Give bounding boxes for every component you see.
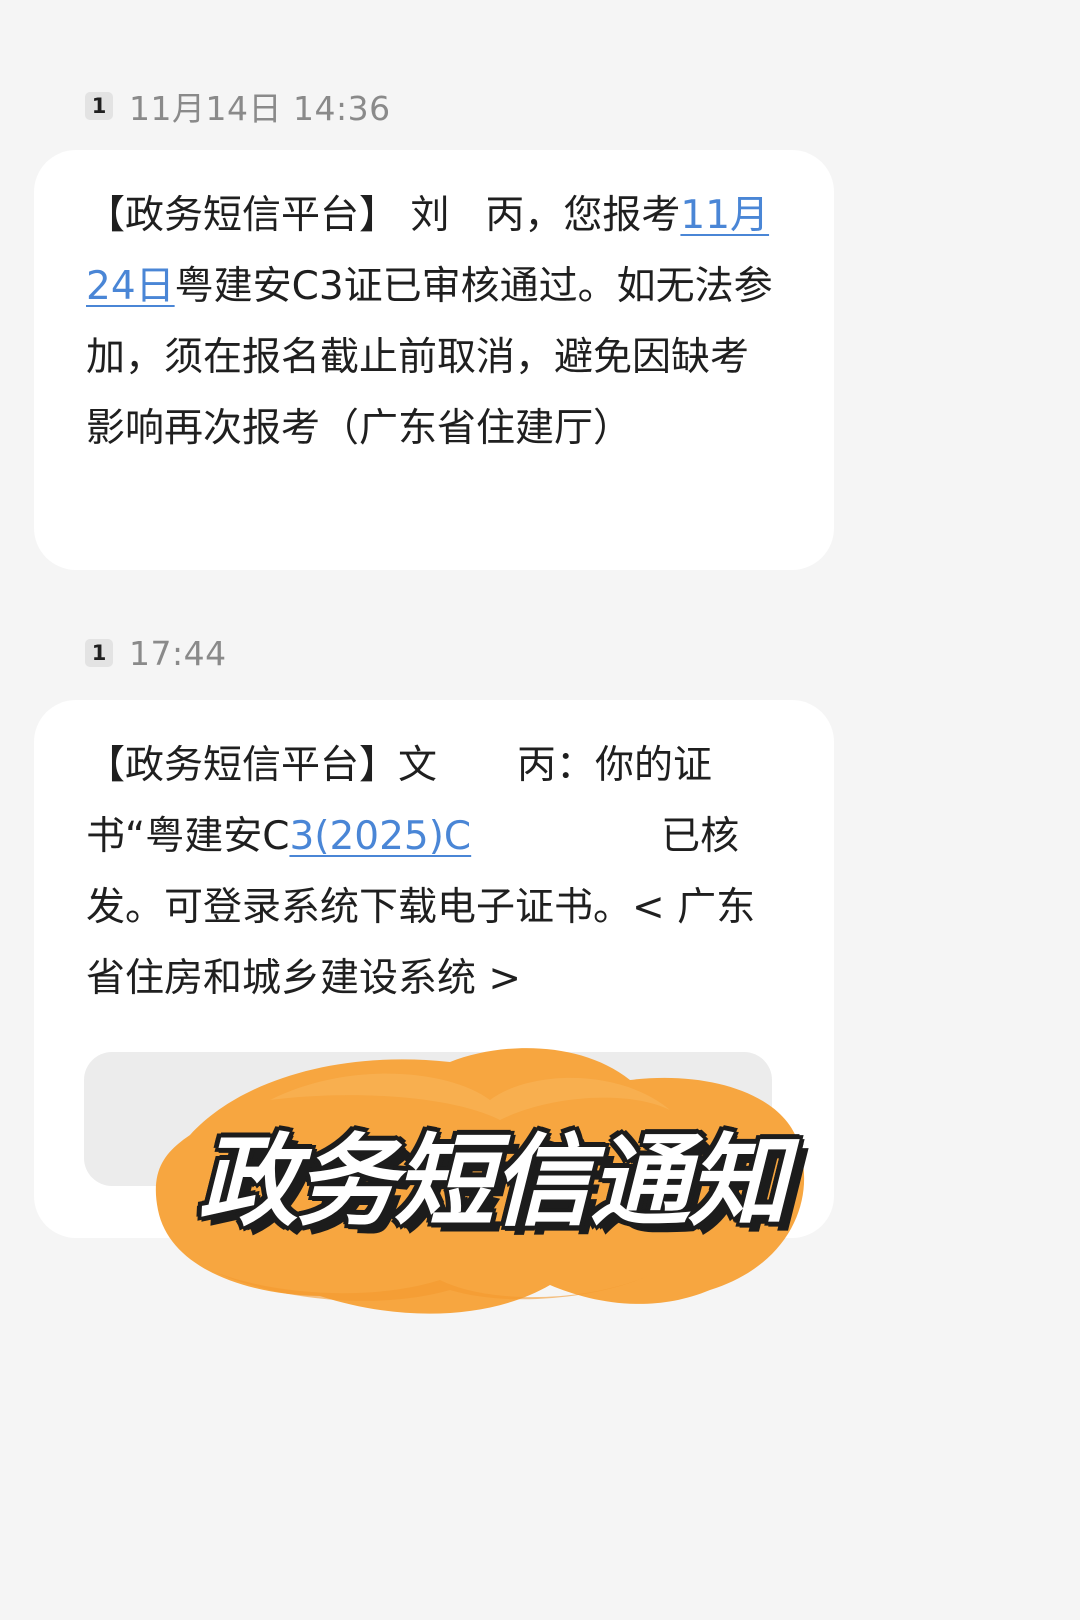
timestamp-text: 11月14日 14:36 <box>129 89 391 128</box>
message-timestamp: 1 11月14日 14:36 <box>85 86 391 128</box>
message-bubble[interactable]: 【政务短信平台】 刘丙，您报考11月24日粤建安C3证已审核通过。如无法参加，须… <box>34 150 834 570</box>
overlay-title: 政务短信通知 <box>198 1123 788 1240</box>
message-text: 【政务短信平台】 刘丙，您报考11月24日粤建安C3证已审核通过。如无法参加，须… <box>86 180 776 464</box>
certificate-number-link[interactable]: 3(2025)C <box>289 814 471 859</box>
redacted-name <box>437 777 518 778</box>
timestamp-text: 17:44 <box>129 633 227 673</box>
title-overlay: 政务短信通知 <box>150 1040 820 1330</box>
message-text: 【政务短信平台】文 丙：你的证书“粤建安C3(2025)C 已核发。可登录系统下载电… <box>86 730 776 1014</box>
message-text-part: 【政务短信平台】 刘 <box>86 193 450 238</box>
sim-card-icon: 1 <box>85 639 113 667</box>
message-timestamp: 1 17:44 <box>85 633 227 673</box>
redacted-certificate-number <box>471 848 662 849</box>
message-text-part: 粤建安C3证已审核通过。如无法参加，须在报名截止前取消，避免因缺考影响再次报考（… <box>86 264 773 451</box>
message-text-part: 【政务短信平台】文 <box>86 743 438 788</box>
sim-card-icon: 1 <box>85 92 113 120</box>
message-text-part: 丙，您报考 <box>485 193 681 238</box>
redacted-name <box>449 227 486 228</box>
